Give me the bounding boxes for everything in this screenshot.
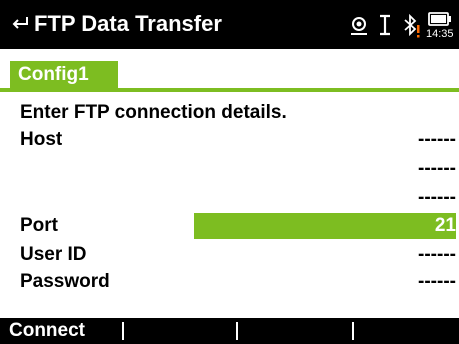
tab-underline bbox=[0, 88, 459, 92]
host-value-line2[interactable]: ------ bbox=[418, 157, 456, 181]
softkey-3[interactable] bbox=[238, 318, 352, 344]
password-label: Password bbox=[20, 271, 110, 292]
battery-icon bbox=[428, 12, 451, 26]
host-row-2[interactable]: ------ bbox=[20, 157, 456, 181]
title-bar: FTP Data Transfer 14:35 bbox=[0, 0, 459, 49]
host-value-line3[interactable]: ------ bbox=[418, 186, 456, 210]
tab-strip bbox=[0, 49, 459, 55]
host-row-3[interactable]: ------ bbox=[20, 186, 456, 210]
host-row[interactable]: Host ------ bbox=[20, 128, 456, 152]
password-row[interactable]: Password ------ bbox=[20, 270, 456, 294]
userid-input[interactable]: ------ bbox=[418, 243, 456, 267]
instruction-text: Enter FTP connection details. bbox=[20, 102, 287, 123]
cursor-i-icon bbox=[380, 14, 390, 36]
page-title: FTP Data Transfer bbox=[34, 11, 222, 36]
host-label: Host bbox=[20, 129, 63, 150]
password-input[interactable]: ------ bbox=[418, 270, 456, 294]
clock-time: 14:35 bbox=[426, 28, 454, 40]
back-arrow-icon[interactable] bbox=[10, 14, 30, 34]
status-icons: 14:35 bbox=[348, 8, 459, 42]
bluetooth-warning-icon bbox=[404, 13, 420, 38]
softkey-bar: Connect bbox=[0, 318, 459, 344]
host-value-line1[interactable]: ------ bbox=[418, 128, 456, 152]
softkey-4[interactable] bbox=[354, 318, 459, 344]
port-label: Port bbox=[20, 215, 58, 236]
connect-button[interactable]: Connect bbox=[0, 318, 120, 344]
userid-label: User ID bbox=[20, 244, 87, 265]
port-row[interactable]: Port 21 bbox=[20, 214, 456, 238]
softkey-2[interactable] bbox=[124, 318, 236, 344]
userid-row[interactable]: User ID ------ bbox=[20, 243, 456, 267]
target-status-icon bbox=[351, 17, 367, 35]
instruction-row: Enter FTP connection details. bbox=[20, 101, 456, 125]
port-input[interactable]: 21 bbox=[435, 214, 456, 238]
tab-config1[interactable]: Config1 bbox=[10, 61, 118, 88]
